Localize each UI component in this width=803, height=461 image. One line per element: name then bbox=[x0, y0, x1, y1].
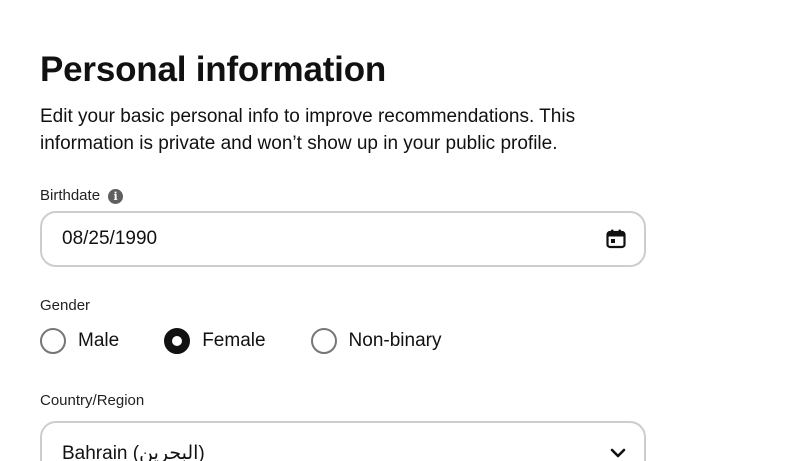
page-description: Edit your basic personal info to improve… bbox=[40, 106, 576, 154]
gender-option-non-binary[interactable]: Non-binary bbox=[310, 328, 442, 354]
country-label: Country/Region bbox=[40, 392, 145, 409]
personal-info-page: Personal information Edit your basic per… bbox=[0, 0, 803, 461]
country-value[interactable]: Bahrain (البحرين) bbox=[62, 434, 610, 461]
gender-label: Gender bbox=[40, 297, 91, 314]
radio-female[interactable] bbox=[164, 328, 191, 354]
radio-male[interactable] bbox=[40, 328, 66, 354]
birthdate-field[interactable]: 08/25/1990 bbox=[40, 211, 646, 267]
gender-option-label: Non-binary bbox=[348, 330, 442, 351]
gender-option-label: Male bbox=[78, 330, 120, 351]
birthdate-value[interactable]: 08/25/1990 bbox=[62, 228, 606, 250]
gender-radio-group: Male Female Non-binary bbox=[40, 324, 486, 358]
page-title: Personal information bbox=[40, 50, 387, 89]
gender-option-male[interactable]: Male bbox=[40, 328, 119, 354]
country-select[interactable]: Bahrain (البحرين) bbox=[40, 421, 646, 461]
calendar-icon[interactable] bbox=[606, 229, 626, 249]
radio-non-binary[interactable] bbox=[310, 328, 337, 354]
birthdate-label: Birthdate bbox=[40, 187, 101, 204]
gender-option-label: Female bbox=[202, 330, 266, 351]
country-label-row: Country/Region bbox=[40, 391, 144, 411]
birthdate-label-row: Birthdate i bbox=[40, 186, 124, 206]
info-icon[interactable]: i bbox=[108, 188, 124, 204]
chevron-down-icon[interactable] bbox=[610, 437, 626, 461]
gender-option-female[interactable]: Female bbox=[164, 328, 266, 354]
gender-label-row: Gender bbox=[40, 296, 90, 316]
